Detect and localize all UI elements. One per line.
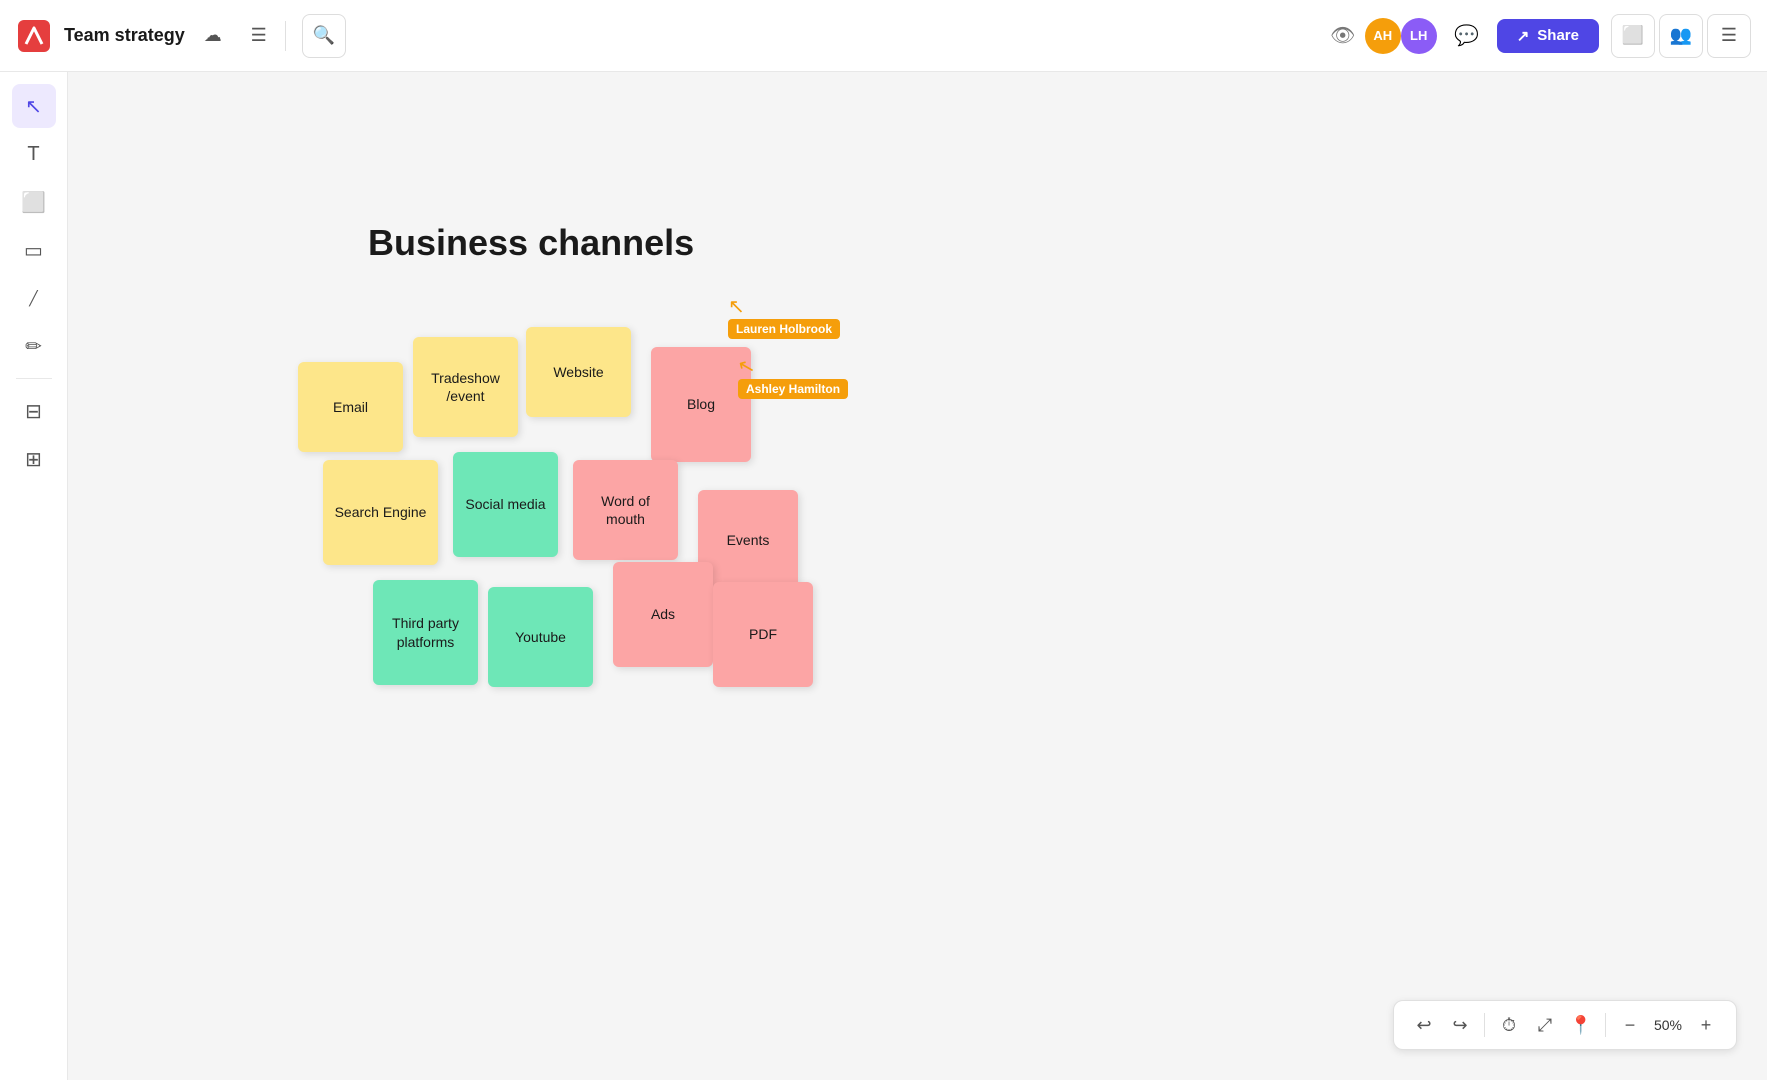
notes-button[interactable]: ☰ — [1707, 14, 1751, 58]
cloud-icon[interactable]: ☁ — [195, 18, 231, 54]
rectangle-tool[interactable]: ▭ — [12, 228, 56, 272]
right-header: 👁 AH LH 💬 ↗ Share ⬜ 👥 ☰ — [1325, 14, 1751, 58]
avatar-lh[interactable]: LH — [1401, 18, 1437, 54]
board-title: Business channels — [368, 222, 694, 264]
redo-button[interactable]: ↪ — [1442, 1007, 1478, 1043]
toolbar-separator-1 — [1484, 1013, 1485, 1037]
text-tool[interactable]: T — [12, 132, 56, 176]
history-button[interactable]: ⏱ — [1491, 1007, 1527, 1043]
zoom-out-button[interactable]: − — [1612, 1007, 1648, 1043]
cursor-ashley: ↖ Ashley Hamilton — [738, 357, 755, 377]
sticky-events[interactable]: Events — [698, 490, 798, 590]
header-divider — [285, 21, 286, 51]
sidebar: ↖ T ⬜ ▭ ╱ ✏ ⊟ ⊞ — [0, 72, 68, 1080]
sticky-third-party[interactable]: Third party platforms — [373, 580, 478, 685]
line-tool[interactable]: ╱ — [12, 276, 56, 320]
presentation-button[interactable]: ⬜ — [1611, 14, 1655, 58]
sticky-email[interactable]: Email — [298, 362, 403, 452]
location-button[interactable]: 📍 — [1563, 1007, 1599, 1043]
canvas[interactable]: Business channels Email Tradeshow /event… — [68, 72, 1767, 1080]
pen-tool[interactable]: ✏ — [12, 324, 56, 368]
sticky-word-of-mouth[interactable]: Word of mouth — [573, 460, 678, 560]
undo-button[interactable]: ↩ — [1406, 1007, 1442, 1043]
sticky-pdf[interactable]: PDF — [713, 582, 813, 687]
page-title: Team strategy — [64, 25, 185, 46]
search-button[interactable]: 🔍 — [302, 14, 346, 58]
share-label: Share — [1537, 27, 1579, 44]
bottom-toolbar: ↩ ↪ ⏱ ⤢ 📍 − 50% + — [1393, 1000, 1737, 1050]
comment-button[interactable]: 💬 — [1449, 18, 1485, 54]
team-button[interactable]: 👥 — [1659, 14, 1703, 58]
view-button[interactable]: 👁 — [1325, 18, 1361, 54]
sticky-social-media[interactable]: Social media — [453, 452, 558, 557]
sticky-website[interactable]: Website — [526, 327, 631, 417]
share-icon: ↗ — [1517, 27, 1530, 45]
frame-tool[interactable]: ⬜ — [12, 180, 56, 224]
header: Team strategy ☁ ☰ 🔍 👁 AH LH 💬 ↗ Share ⬜ … — [0, 0, 1767, 72]
sidebar-separator — [16, 378, 52, 379]
zoom-in-button[interactable]: + — [1688, 1007, 1724, 1043]
layout-tool[interactable]: ⊞ — [12, 437, 56, 481]
sticky-ads[interactable]: Ads — [613, 562, 713, 667]
avatar-ah[interactable]: AH — [1365, 18, 1401, 54]
cursor-lauren: ↖ Lauren Holbrook — [728, 297, 745, 317]
title-area: Team strategy ☁ ☰ — [64, 18, 277, 54]
sticky-tradeshow[interactable]: Tradeshow /event — [413, 337, 518, 437]
menu-icon[interactable]: ☰ — [241, 18, 277, 54]
zoom-level: 50% — [1648, 1017, 1688, 1033]
app-logo[interactable] — [16, 18, 52, 54]
table-tool[interactable]: ⊟ — [12, 389, 56, 433]
sticky-youtube[interactable]: Youtube — [488, 587, 593, 687]
header-right-icons: ⬜ 👥 ☰ — [1611, 14, 1751, 58]
fullscreen-button[interactable]: ⤢ — [1527, 1007, 1563, 1043]
share-button[interactable]: ↗ Share — [1497, 19, 1599, 53]
select-tool[interactable]: ↖ — [12, 84, 56, 128]
toolbar-separator-2 — [1605, 1013, 1606, 1037]
sticky-search-engine[interactable]: Search Engine — [323, 460, 438, 565]
